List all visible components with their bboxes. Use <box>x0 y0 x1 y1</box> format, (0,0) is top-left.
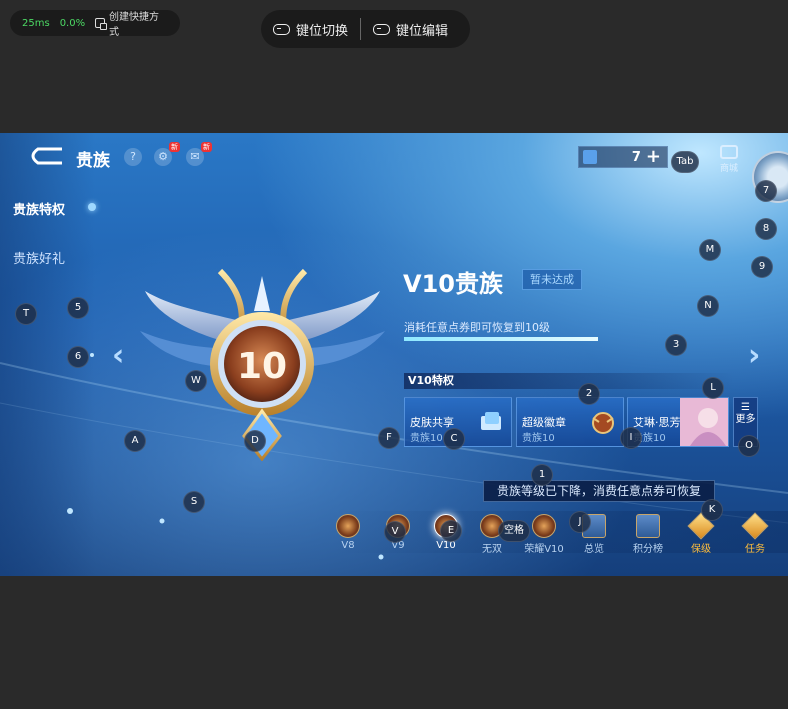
more-label: 更多 <box>735 414 756 425</box>
privilege-name: 皮肤共享 <box>410 416 454 429</box>
level-tab-label: 荣耀V10 <box>524 544 564 555</box>
emulator-window: 25ms 0.0% 创建快捷方式 键位切换 键位编辑 贵族 ? ⚙ 新 ✉ 新 … <box>0 0 788 709</box>
help-button[interactable]: ? <box>124 148 142 166</box>
level-description: 消耗任意点券即可恢复到10级 <box>404 321 550 334</box>
skin-share-icon <box>481 412 501 430</box>
key-hint: 空格 <box>498 520 530 542</box>
leaderboard-icon <box>636 514 660 538</box>
key-edit-button[interactable]: 键位编辑 <box>361 10 460 48</box>
privilege-name: 超级徽章 <box>522 416 566 429</box>
tasks-icon <box>741 512 769 540</box>
glory-v10-icon <box>532 514 556 538</box>
key-hint: K <box>701 499 723 521</box>
coupon-icon <box>583 150 597 164</box>
level-tab-label: V8 <box>341 540 355 551</box>
key-hint: D <box>244 430 266 452</box>
level-tab-label: 积分榜 <box>633 544 663 555</box>
key-hint: Tab <box>671 151 699 173</box>
gamepad-icon <box>273 23 290 35</box>
key-hint: I <box>620 427 642 449</box>
badge-icon <box>592 412 614 434</box>
key-hint: O <box>738 435 760 457</box>
privilege-card[interactable]: 超级徽章 贵族10 <box>516 397 624 447</box>
key-hint: 5 <box>67 297 89 319</box>
key-hint: 7 <box>755 180 777 202</box>
key-hint: 1 <box>531 464 553 486</box>
coupon-balance: 7 + <box>578 146 668 168</box>
key-hint: L <box>702 377 724 399</box>
level-tab-v8[interactable]: V8 <box>330 514 366 551</box>
shortcut-label: 创建快捷方式 <box>108 12 159 38</box>
key-hint: C <box>443 428 465 450</box>
key-switch-label: 键位切换 <box>296 23 349 39</box>
page-title: 贵族 <box>76 151 110 171</box>
stats-pill: 25ms 0.0% 创建快捷方式 <box>10 8 180 38</box>
level-drop-tooltip: 贵族等级已下降，消费任意点券可恢复 <box>483 480 715 502</box>
share-icon: ✉ <box>190 150 200 163</box>
privilege-requirement: 贵族10 <box>522 433 555 444</box>
back-button[interactable] <box>24 146 64 166</box>
shop-button[interactable]: 商城 <box>716 145 742 174</box>
shortcut-icon <box>95 18 107 30</box>
key-hint: 2 <box>578 383 600 405</box>
hero-skin-portrait <box>680 398 728 446</box>
privileges-title: V10特权 <box>404 373 734 389</box>
privilege-card[interactable]: 艾琳·思芳踪 贵族10 <box>627 397 729 447</box>
gear-icon: ⚙ <box>158 150 168 163</box>
emblem-level-number: 10 <box>237 346 287 387</box>
level-progress-fill <box>404 337 598 341</box>
level-tab-label: 任务 <box>745 544 765 555</box>
list-icon: ☰ <box>741 402 750 413</box>
key-hint: S <box>183 491 205 513</box>
shop-label: 商城 <box>719 164 738 174</box>
key-hint: A <box>124 430 146 452</box>
new-badge: 新 <box>201 142 212 152</box>
key-hint: T <box>15 303 37 325</box>
key-hint: N <box>697 295 719 317</box>
key-hint: V <box>384 521 406 543</box>
level-tab-label: 总览 <box>584 544 604 555</box>
loss-readout: 0.0% <box>59 17 86 29</box>
gamepad-icon <box>373 23 391 35</box>
add-coupon-button[interactable]: + <box>646 148 661 166</box>
key-toolbar: 键位切换 键位编辑 <box>261 10 470 48</box>
privilege-requirement: 贵族10 <box>410 433 443 444</box>
shop-icon <box>720 145 738 159</box>
key-hint: E <box>440 520 462 542</box>
next-level-button[interactable]: › <box>748 338 760 373</box>
nav-active-indicator <box>88 203 96 211</box>
create-shortcut-button[interactable]: 创建快捷方式 <box>95 8 168 38</box>
key-hint: M <box>699 239 721 261</box>
key-hint: F <box>378 427 400 449</box>
key-switch-button[interactable]: 键位切换 <box>261 10 360 48</box>
key-hint: J <box>569 511 591 533</box>
key-hint: 9 <box>751 256 773 278</box>
settings-button[interactable]: ⚙ 新 <box>154 142 180 166</box>
v8-icon <box>336 514 360 538</box>
ping-readout: 25ms <box>22 17 50 29</box>
coupon-count: 7 <box>631 149 641 165</box>
key-edit-label: 键位编辑 <box>396 23 449 39</box>
key-hint: 6 <box>67 346 89 368</box>
nav-item-privileges[interactable]: 贵族特权 <box>13 199 65 218</box>
tasks-button[interactable]: 任务 <box>737 512 773 555</box>
level-progress-bar <box>404 337 598 341</box>
status-badge: 暂未达成 <box>522 269 582 290</box>
v10-emblem: 10 <box>140 268 385 461</box>
prev-level-button[interactable]: ‹ <box>112 338 124 373</box>
new-badge: 新 <box>169 142 180 152</box>
nav-item-gifts[interactable]: 贵族好礼 <box>13 248 65 267</box>
help-icon: ? <box>130 150 136 163</box>
level-tab-label: 保级 <box>691 544 711 555</box>
level-tab-label: 无双 <box>482 544 502 555</box>
key-hint: 8 <box>755 218 777 240</box>
leaderboard-button[interactable]: 积分榜 <box>627 514 669 555</box>
level-title: V10贵族 <box>403 270 503 298</box>
key-hint: 3 <box>665 334 687 356</box>
key-hint: W <box>185 370 207 392</box>
share-button[interactable]: ✉ 新 <box>186 142 212 166</box>
